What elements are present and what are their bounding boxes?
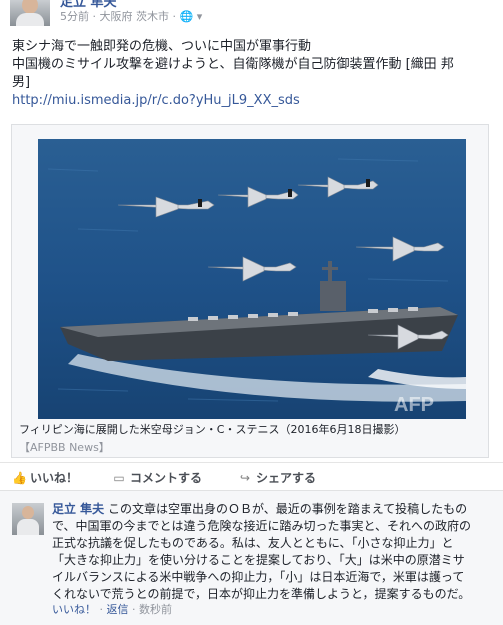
like-label: いいね！ <box>30 471 79 485</box>
comments-section: 足立 隼夫 この文章は空軍出身のＯＢが、最近の事例を踏まえて投稿したもの で、中… <box>0 490 503 625</box>
comment-meta: いいね！ · 返信 · 数秒前 <box>52 603 172 616</box>
comment-text-line: 「大きな抑止力」を使い分けることを提案しており、「大」は米中の原潜ミサ <box>52 553 465 567</box>
post-text: 東シナ海で一触即発の危機、ついに中国が軍事行動 中国機のミサイル攻撃を避けようと… <box>12 38 492 110</box>
comment-text-line: イルバランスによる米中戦争への抑止力，「小」は日本近海で，米軍は護って <box>52 570 465 584</box>
comment-text-line: この文章は空軍出身のＯＢが、最近の事例を踏まえて投稿したもの <box>108 502 468 516</box>
link-preview-card[interactable]: AFP フィリピン海に展開した米空母ジョン・C・ステニス（2016年6月18日撮… <box>11 124 489 458</box>
share-arrow-icon: ↪ <box>239 471 251 485</box>
photo-watermark: AFP <box>394 394 434 416</box>
card-source[interactable]: 【AFPBB News】 <box>19 439 110 455</box>
commenter-name[interactable]: 足立 隼夫 <box>52 502 104 516</box>
speech-bubble-icon: ▭ <box>113 471 125 485</box>
card-caption: フィリピン海に展開した米空母ジョン・C・ステニス（2016年6月18日撮影） <box>19 423 406 436</box>
post-text-line: 男] <box>12 75 31 90</box>
post-action-bar: 👍 いいね！ ▭ コメントする ↪ シェアする <box>0 462 503 491</box>
chevron-down-icon[interactable]: ▾ <box>197 10 203 23</box>
carrier-photo[interactable]: AFP <box>38 139 466 419</box>
share-label: シェアする <box>256 471 317 485</box>
comment-like-link[interactable]: いいね！ <box>52 603 96 616</box>
post-header: 足立 隼夫 5分前 · 大阪府 茨木市 · 🌐 ▾ <box>0 0 503 30</box>
commenter-avatar[interactable] <box>12 503 44 535</box>
thumbs-up-icon: 👍 <box>12 471 27 485</box>
post-location[interactable]: 大阪府 茨木市 <box>100 10 170 23</box>
post-text-line: 中国機のミサイル攻撃を避けようと、自衛隊機が自己防御装置作動 [織田 邦 <box>12 57 454 72</box>
post-text-line: 東シナ海で一触即発の危機、ついに中国が軍事行動 <box>12 39 312 54</box>
comment-label: コメントする <box>130 471 203 485</box>
post-meta: 5分前 · 大阪府 茨木市 · 🌐 ▾ <box>60 10 203 23</box>
comment-time[interactable]: 数秒前 <box>139 603 172 616</box>
comment-text-line: で、中国軍の今までとは違う危険な接近に踏み切った事実と、それへの政府の <box>52 519 472 533</box>
author-avatar[interactable] <box>10 0 50 26</box>
share-button[interactable]: ↪ シェアする <box>238 469 316 486</box>
post-link[interactable]: http://miu.ismedia.jp/r/c.do?yHu_jL9_XX_… <box>12 92 492 110</box>
like-button[interactable]: 👍 いいね！ <box>12 469 78 486</box>
comment-body: 足立 隼夫 この文章は空軍出身のＯＢが、最近の事例を踏まえて投稿したもの で、中… <box>52 501 494 603</box>
comment-text-line: 正式な抗議を促したものである。私は、友人とともに、「小さな抑止力」と <box>52 536 454 550</box>
globe-icon[interactable]: 🌐 <box>180 10 194 23</box>
comment-button[interactable]: ▭ コメントする <box>112 469 202 486</box>
post-time[interactable]: 5分前 <box>60 10 89 23</box>
comment-reply-link[interactable]: 返信 <box>107 603 129 616</box>
